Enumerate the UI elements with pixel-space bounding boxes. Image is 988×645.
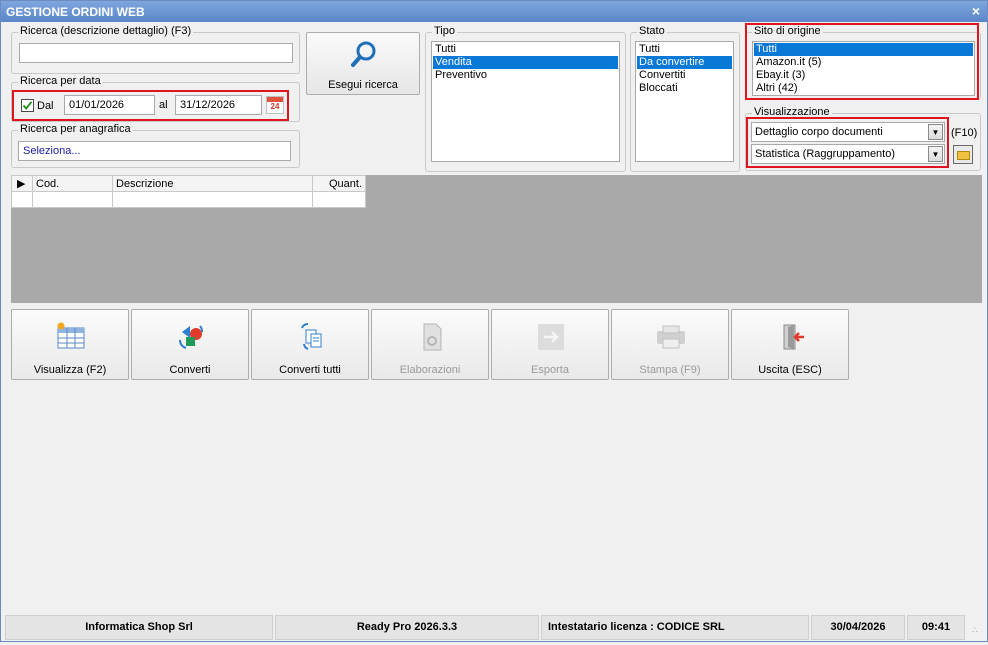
visualizza-label: Visualizza (F2) bbox=[33, 364, 107, 376]
status-license: Intestatario licenza : CODICE SRL bbox=[541, 615, 809, 640]
converti-label: Converti bbox=[169, 364, 211, 376]
status-version: Ready Pro 2026.3.3 bbox=[275, 615, 539, 640]
date-to-label: al bbox=[159, 99, 168, 111]
uscita-label: Uscita (ESC) bbox=[758, 364, 822, 376]
convert-all-icon bbox=[301, 323, 322, 350]
registry-select-field[interactable]: Seleziona... bbox=[18, 141, 291, 161]
window-title: GESTIONE ORDINI WEB bbox=[6, 5, 145, 19]
chevron-down-icon[interactable]: ▼ bbox=[928, 146, 943, 162]
search-date-legend: Ricerca per data bbox=[18, 75, 103, 87]
sito-list: Tutti Amazon.it (5) Ebay.it (3) Altri (4… bbox=[752, 41, 975, 96]
view-mode-combo[interactable]: Dettaglio corpo documenti ▼ bbox=[751, 122, 945, 142]
elaborazioni-label: Elaborazioni bbox=[399, 364, 461, 376]
stato-legend: Stato bbox=[637, 25, 667, 37]
date-from-input[interactable] bbox=[64, 95, 155, 115]
results-grid[interactable]: ▶ Cod. Descrizione Quant. bbox=[11, 175, 982, 303]
search-registry-legend: Ricerca per anagrafica bbox=[18, 123, 133, 135]
esporta-label: Esporta bbox=[531, 364, 569, 376]
stato-list: Tutti Da convertire Convertiti Bloccati bbox=[635, 41, 734, 162]
row-indicator-icon: ▶ bbox=[11, 175, 33, 192]
col-quant[interactable]: Quant. bbox=[312, 175, 366, 192]
tipo-item-preventivo[interactable]: Preventivo bbox=[433, 69, 618, 82]
status-company: Informatica Shop Srl bbox=[5, 615, 273, 640]
status-bar: Informatica Shop Srl Ready Pro 2026.3.3 … bbox=[5, 615, 985, 641]
uscita-button[interactable]: Uscita (ESC) bbox=[731, 309, 849, 380]
status-date: 30/04/2026 bbox=[811, 615, 905, 640]
search-detail-group: Ricerca (descrizione dettaglio) (F3) bbox=[11, 25, 300, 74]
tipo-list: Tutti Vendita Preventivo bbox=[431, 41, 620, 162]
sito-item-tutti[interactable]: Tutti bbox=[754, 43, 973, 56]
converti-tutti-button[interactable]: Converti tutti bbox=[251, 309, 369, 380]
sito-item-altri[interactable]: Altri (42) bbox=[754, 82, 973, 95]
date-checkbox[interactable] bbox=[21, 99, 34, 112]
status-time: 09:41 bbox=[907, 615, 965, 640]
col-descrizione[interactable]: Descrizione bbox=[112, 175, 313, 192]
tipo-item-tutti[interactable]: Tutti bbox=[433, 43, 618, 56]
view-shortcut-label: (F10) bbox=[951, 127, 978, 139]
checkmark-icon bbox=[22, 101, 33, 110]
converti-tutti-label: Converti tutti bbox=[279, 364, 341, 376]
exit-icon bbox=[783, 324, 804, 350]
date-to-input[interactable] bbox=[175, 95, 262, 115]
sito-item-amazon[interactable]: Amazon.it (5) bbox=[754, 56, 973, 69]
search-detail-input[interactable] bbox=[19, 43, 293, 63]
stato-item-tutti[interactable]: Tutti bbox=[637, 43, 732, 56]
table-view-icon bbox=[57, 322, 85, 349]
magnifier-icon bbox=[351, 41, 376, 67]
main-window: GESTIONE ORDINI WEB × Ricerca (descrizio… bbox=[0, 0, 988, 642]
chevron-down-icon[interactable]: ▼ bbox=[928, 124, 943, 140]
close-icon[interactable]: × bbox=[972, 3, 980, 19]
table-row[interactable] bbox=[11, 191, 366, 208]
tipo-item-vendita[interactable]: Vendita bbox=[433, 56, 618, 69]
date-checkbox-label: Dal bbox=[37, 100, 54, 112]
resize-grip-icon[interactable]: ∴ bbox=[967, 615, 983, 640]
convert-icon bbox=[179, 325, 204, 349]
search-detail-legend: Ricerca (descrizione dettaglio) (F3) bbox=[18, 25, 194, 37]
view-mode-value: Dettaglio corpo documenti bbox=[755, 126, 883, 138]
folder-icon[interactable] bbox=[953, 145, 973, 164]
converti-button[interactable]: Converti bbox=[131, 309, 249, 380]
stato-item-convertiti[interactable]: Convertiti bbox=[637, 69, 732, 82]
print-icon bbox=[657, 325, 685, 349]
stampa-label: Stampa (F9) bbox=[639, 364, 701, 376]
title-bar: GESTIONE ORDINI WEB × bbox=[1, 1, 987, 22]
statistic-combo[interactable]: Statistica (Raggruppamento) ▼ bbox=[751, 144, 945, 164]
col-cod[interactable]: Cod. bbox=[32, 175, 113, 192]
stato-item-da-convertire[interactable]: Da convertire bbox=[637, 56, 732, 69]
tipo-legend: Tipo bbox=[432, 25, 457, 37]
search-button-label: Esegui ricerca bbox=[328, 79, 398, 91]
visualizza-button[interactable]: Visualizza (F2) bbox=[11, 309, 129, 380]
sito-item-ebay[interactable]: Ebay.it (3) bbox=[754, 69, 973, 82]
esporta-button[interactable]: Esporta bbox=[491, 309, 609, 380]
statistic-value: Statistica (Raggruppamento) bbox=[755, 148, 896, 160]
processing-icon bbox=[423, 323, 442, 351]
stampa-button[interactable]: Stampa (F9) bbox=[611, 309, 729, 380]
calendar-icon[interactable]: 24 bbox=[266, 96, 284, 114]
elaborazioni-button[interactable]: Elaborazioni bbox=[371, 309, 489, 380]
calendar-day: 24 bbox=[270, 102, 280, 111]
search-button[interactable]: Esegui ricerca bbox=[306, 32, 420, 95]
results-table: ▶ Cod. Descrizione Quant. bbox=[11, 175, 366, 208]
stato-item-bloccati[interactable]: Bloccati bbox=[637, 82, 732, 95]
export-icon bbox=[538, 324, 564, 350]
